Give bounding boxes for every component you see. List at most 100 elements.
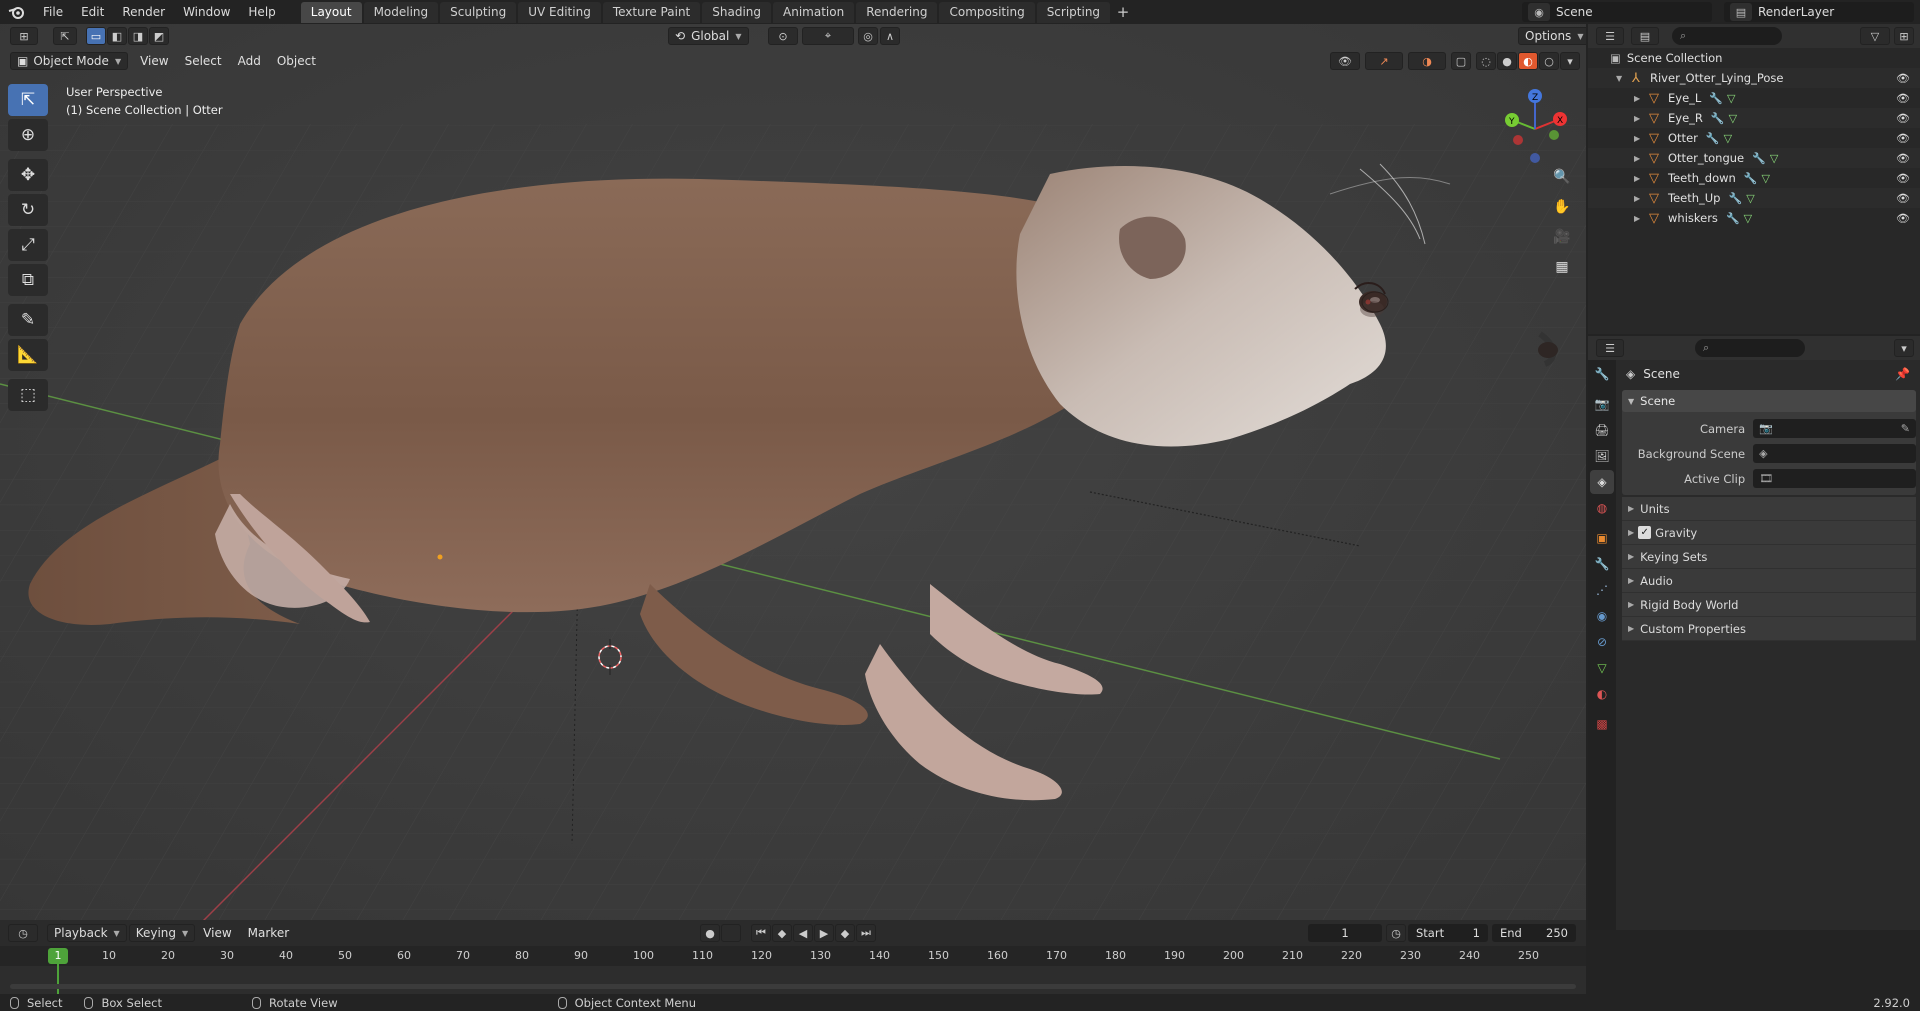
menu-edit[interactable]: Edit — [72, 0, 113, 24]
playback-dropdown[interactable]: Playback ▼ — [47, 924, 127, 942]
blender-logo-icon[interactable] — [0, 0, 34, 24]
tab-modeling[interactable]: Modeling — [363, 1, 439, 23]
expand-arrow-icon[interactable]: ▼ — [1616, 74, 1628, 83]
object-tab-icon[interactable]: ▣ — [1590, 526, 1614, 550]
new-collection-icon[interactable]: ⊞ — [1894, 27, 1914, 45]
rigid-body-world-panel-header[interactable]: ▶ Rigid Body World — [1622, 593, 1916, 617]
menu-add[interactable]: Add — [230, 54, 269, 68]
editor-type-icon[interactable]: ⊞ — [10, 27, 38, 45]
world-tab-icon[interactable]: ◍ — [1590, 496, 1614, 520]
tab-uv-editing[interactable]: UV Editing — [518, 1, 601, 23]
properties-search-input[interactable]: ⌕ — [1695, 339, 1805, 357]
menu-object[interactable]: Object — [269, 54, 324, 68]
material-tab-icon[interactable]: ◐ — [1590, 682, 1614, 706]
visibility-eye-icon[interactable]: 👁 — [1896, 192, 1910, 205]
timeline-menu-view[interactable]: View — [195, 926, 239, 940]
start-frame-field[interactable]: Start 1 — [1408, 924, 1488, 942]
visibility-eye-icon[interactable]: 👁 — [1896, 212, 1910, 225]
modifier-tab-icon[interactable]: 🔧 — [1590, 552, 1614, 576]
object-mode-dropdown[interactable]: ▣ Object Mode ▼ — [10, 52, 129, 70]
scene-tab-icon[interactable]: ◈ — [1590, 470, 1614, 494]
custom-properties-panel-header[interactable]: ▶ Custom Properties — [1622, 617, 1916, 641]
rendered-shading-icon[interactable]: ○ — [1539, 52, 1559, 70]
visibility-icon[interactable]: 👁 — [1330, 52, 1360, 70]
collection-row[interactable]: ▼ ⅄ River_Otter_Lying_Pose 👁 — [1588, 68, 1920, 88]
falloff-icon[interactable]: ∧ — [880, 27, 900, 45]
rotate-tool-icon[interactable]: ↻ — [8, 194, 48, 226]
tool-tab-icon[interactable]: 🔧 — [1590, 362, 1614, 386]
tab-compositing[interactable]: Compositing — [939, 1, 1035, 23]
move-tool-icon[interactable]: ✥ — [8, 159, 48, 191]
units-panel-header[interactable]: ▶ Units — [1622, 497, 1916, 521]
menu-file[interactable]: File — [34, 0, 72, 24]
visibility-eye-icon[interactable]: 👁 — [1896, 72, 1910, 85]
tab-sculpting[interactable]: Sculpting — [440, 1, 517, 23]
snap-icon[interactable]: ⌖ — [802, 27, 854, 45]
playhead-indicator[interactable]: 1 — [48, 948, 68, 964]
play-reverse-icon[interactable]: ◀ — [793, 924, 813, 942]
outliner-item[interactable]: ▶ ▽ Teeth_Up 🔧 ▽ 👁 — [1588, 188, 1920, 208]
menu-window[interactable]: Window — [174, 0, 239, 24]
select-invert-icon[interactable]: ◩ — [149, 27, 169, 45]
options-dropdown[interactable]: Options ▼ — [1518, 27, 1586, 45]
object-origin[interactable] — [437, 554, 443, 560]
xray-toggle-icon[interactable]: ▢ — [1451, 52, 1471, 70]
timeline-scrollbar[interactable] — [10, 984, 1576, 989]
overlay-toggle-icon[interactable]: ◑ — [1408, 52, 1446, 70]
outliner-item[interactable]: ▶ ▽ Eye_R 🔧 ▽ 👁 — [1588, 108, 1920, 128]
gravity-checkbox[interactable]: ✓ — [1638, 526, 1652, 539]
constraints-tab-icon[interactable]: ⊘ — [1590, 630, 1614, 654]
view-layer-selector[interactable]: ▤ RenderLayer — [1724, 2, 1914, 22]
navigation-gizmo[interactable]: X Y Z — [1490, 84, 1580, 174]
particles-tab-icon[interactable]: ⋰ — [1590, 578, 1614, 602]
select-subtract-icon[interactable]: ◨ — [128, 27, 148, 45]
tab-rendering[interactable]: Rendering — [856, 1, 938, 23]
ortho-grid-icon[interactable]: ▦ — [1549, 254, 1575, 280]
data-tab-icon[interactable]: ▽ — [1590, 656, 1614, 680]
filter-icon[interactable]: ▽ — [1860, 27, 1890, 45]
audio-panel-header[interactable]: ▶ Audio — [1622, 569, 1916, 593]
shading-options-icon[interactable]: ▾ — [1560, 52, 1580, 70]
properties-editor-type-icon[interactable]: ☰ — [1596, 339, 1624, 357]
eyedropper-icon[interactable]: ✎ — [1901, 422, 1910, 435]
solid-shading-icon[interactable]: ● — [1497, 52, 1517, 70]
outliner-search-input[interactable]: ⌕ — [1672, 27, 1782, 45]
add-cube-tool-icon[interactable]: ⬚ — [8, 379, 48, 411]
outliner-item[interactable]: ▶ ▽ Otter_tongue 🔧 ▽ 👁 — [1588, 148, 1920, 168]
properties-options-icon[interactable]: ▾ — [1894, 339, 1914, 357]
record-icon[interactable]: ● — [700, 924, 720, 942]
background-scene-field[interactable]: ◈ — [1753, 444, 1916, 463]
expand-arrow-icon[interactable]: ▶ — [1634, 174, 1646, 183]
timeline-editor-type-icon[interactable]: ◷ — [8, 924, 38, 942]
expand-arrow-icon[interactable]: ▶ — [1634, 134, 1646, 143]
menu-select[interactable]: Select — [177, 54, 230, 68]
play-icon[interactable]: ▶ — [814, 924, 834, 942]
expand-arrow-icon[interactable]: ▶ — [1634, 214, 1646, 223]
texture-tab-icon[interactable]: ▩ — [1590, 712, 1614, 736]
camera-field[interactable]: 📷 ✎ — [1753, 419, 1916, 438]
select-tool-icon[interactable]: ⇱ — [53, 27, 77, 45]
camera-view-icon[interactable]: 🎥 — [1549, 224, 1575, 250]
preview-range-icon[interactable]: ◷ — [1386, 924, 1406, 942]
gizmo-toggle-icon[interactable]: ↗ — [1365, 52, 1403, 70]
scene-selector[interactable]: ◉ Scene — [1522, 2, 1712, 22]
active-clip-field[interactable]: 🎞 — [1753, 469, 1916, 488]
tab-layout[interactable]: Layout — [300, 1, 362, 23]
measure-tool-icon[interactable]: 📐 — [8, 339, 48, 371]
expand-arrow-icon[interactable]: ▶ — [1634, 194, 1646, 203]
outliner-item[interactable]: ▶ ▽ Otter 🔧 ▽ 👁 — [1588, 128, 1920, 148]
select-new-icon[interactable]: ▭ — [86, 27, 106, 45]
keying-dropdown[interactable]: Keying ▼ — [128, 924, 196, 942]
outliner-item[interactable]: ▶ ▽ Teeth_down 🔧 ▽ 👁 — [1588, 168, 1920, 188]
wireframe-shading-icon[interactable]: ◌ — [1476, 52, 1496, 70]
pivot-point-icon[interactable]: ⊙ — [768, 27, 798, 45]
zoom-icon[interactable]: 🔍 — [1549, 164, 1575, 190]
render-tab-icon[interactable]: 📷 — [1590, 392, 1614, 416]
visibility-eye-icon[interactable]: 👁 — [1896, 132, 1910, 145]
next-keyframe-icon[interactable]: ◆ — [835, 924, 855, 942]
proportional-edit-icon[interactable]: ◎ — [858, 27, 878, 45]
keying-sets-panel-header[interactable]: ▶ Keying Sets — [1622, 545, 1916, 569]
transform-orientation-dropdown[interactable]: ⟲ Global ▼ — [668, 27, 749, 45]
material-shading-icon[interactable]: ◐ — [1518, 52, 1538, 70]
display-mode-icon[interactable]: ▤ — [1631, 27, 1659, 45]
